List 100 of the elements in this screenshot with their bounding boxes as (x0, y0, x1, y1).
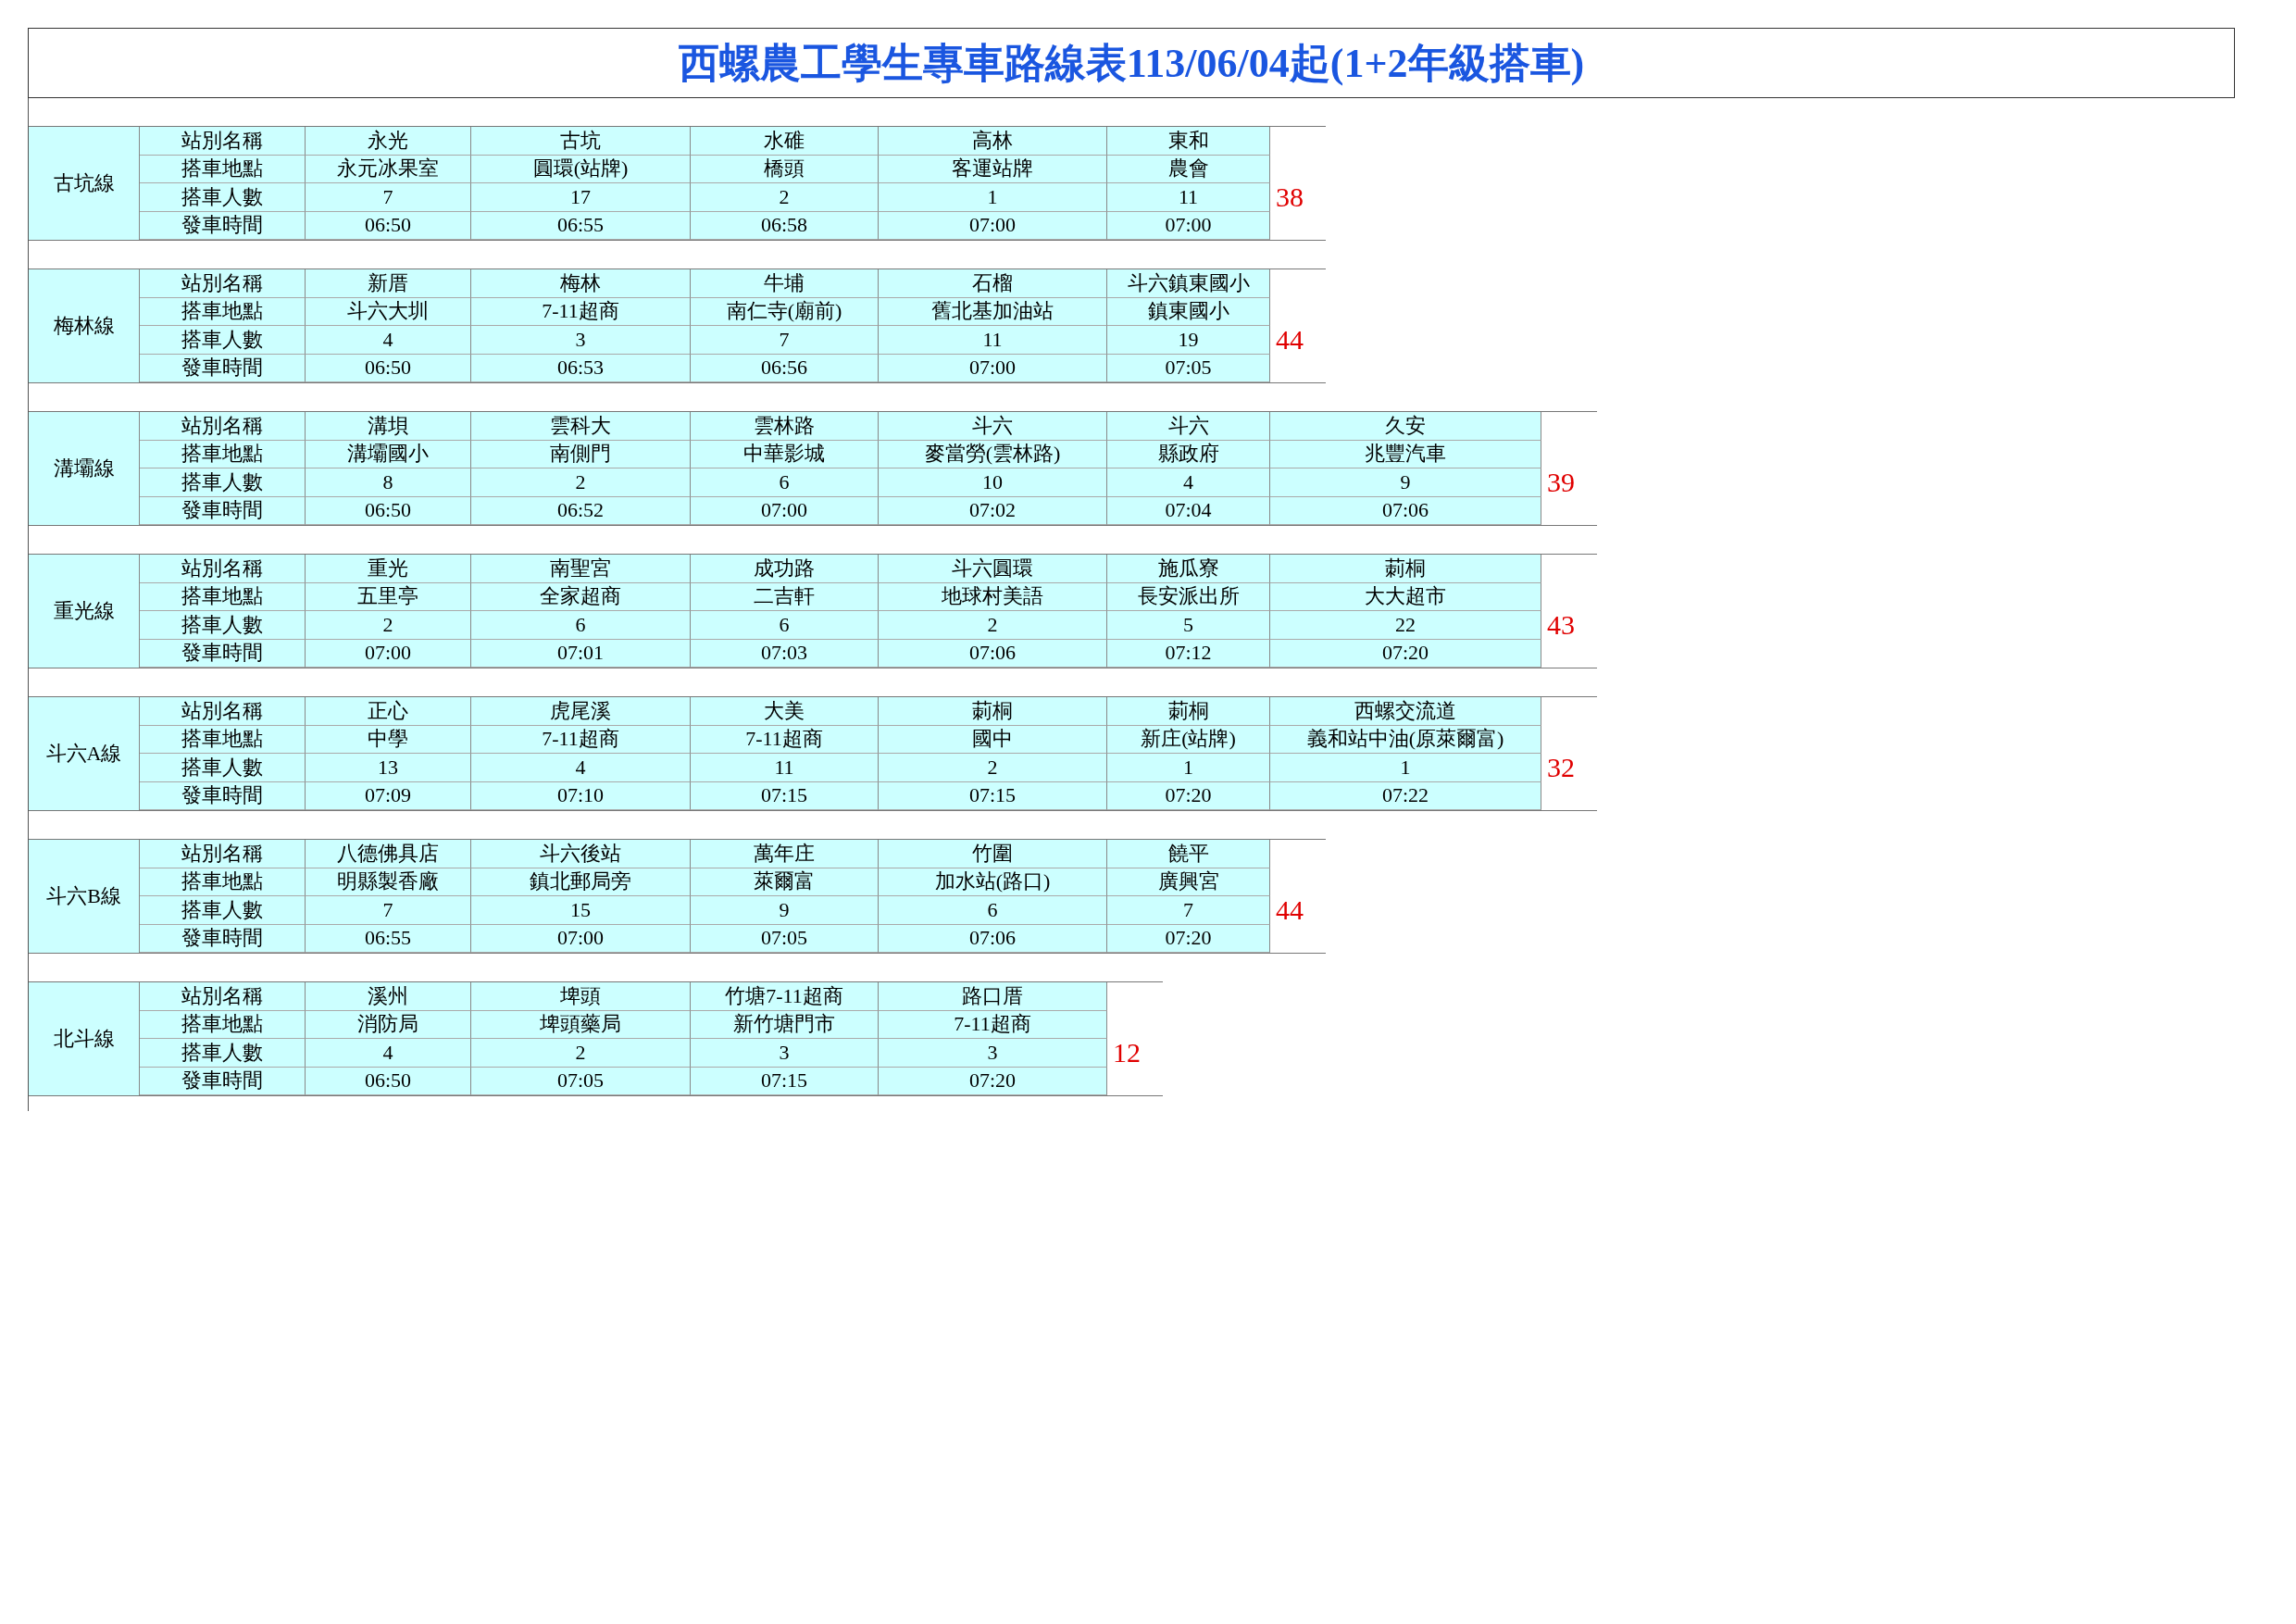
table-cell: 2 (471, 1039, 691, 1068)
row-label-cell: 搭車人數 (140, 896, 306, 925)
table-cell: 竹塘7-11超商 (691, 982, 879, 1011)
table-cell: 溝壩國小 (306, 440, 471, 468)
table-cell: 2 (471, 468, 691, 497)
table-cell: 斗六鎮東國小 (1107, 269, 1270, 298)
table-cell: 07:05 (691, 924, 879, 953)
route-name-cell: 斗六B線 (29, 840, 140, 953)
table-cell: 6 (691, 611, 879, 640)
table-cell: 埤頭藥局 (471, 1010, 691, 1039)
table-cell: 永元冰果室 (306, 155, 471, 183)
table-cell: 牛埔 (691, 269, 879, 298)
table-cell: 7 (1107, 896, 1270, 925)
table-cell: 鎮東國小 (1107, 297, 1270, 326)
table-cell: 15 (471, 896, 691, 925)
table-cell: 虎尾溪 (471, 697, 691, 726)
route-name-cell: 斗六A線 (29, 697, 140, 810)
table-cell: 長安派出所 (1107, 582, 1270, 611)
table-cell: 06:55 (471, 211, 691, 240)
table-cell: 兆豐汽車 (1270, 440, 1541, 468)
table-cell: 莿桐 (1107, 697, 1270, 726)
table-cell: 11 (1107, 183, 1270, 212)
row-label-cell: 搭車地點 (140, 725, 306, 754)
route-name-cell: 古坑線 (29, 127, 140, 240)
table-cell: 西螺交流道 (1270, 697, 1541, 726)
passenger-total: 43 (1546, 611, 1576, 640)
sheet-title: 西螺農工學生專車路線表113/06/04起(1+2年級搭車) (678, 39, 1585, 88)
table-cell: 17 (471, 183, 691, 212)
table-cell: 7 (306, 896, 471, 925)
route-name-cell: 北斗線 (29, 982, 140, 1095)
table-cell: 4 (306, 1039, 471, 1068)
table-cell: 6 (879, 896, 1107, 925)
table-cell: 八德佛具店 (306, 840, 471, 868)
row-label-cell: 搭車人數 (140, 754, 306, 782)
table-cell: 古坑 (471, 127, 691, 156)
table-cell: 10 (879, 468, 1107, 497)
table-cell: 22 (1270, 611, 1541, 640)
table-cell: 7-11超商 (471, 725, 691, 754)
row-label-cell: 搭車人數 (140, 1039, 306, 1068)
table-cell: 饒平 (1107, 840, 1270, 868)
table-cell: 07:00 (691, 496, 879, 525)
table-cell: 農會 (1107, 155, 1270, 183)
table-cell: 07:06 (1270, 496, 1541, 525)
table-cell: 舊北基加油站 (879, 297, 1107, 326)
passenger-total: 44 (1275, 896, 1304, 925)
table-cell: 07:00 (879, 354, 1107, 382)
table-cell: 07:00 (306, 639, 471, 668)
table-cell: 全家超商 (471, 582, 691, 611)
passenger-total: 12 (1112, 1039, 1142, 1068)
table-cell: 7-11超商 (879, 1010, 1107, 1039)
table-cell: 07:20 (1107, 924, 1270, 953)
table-cell: 圓環(站牌) (471, 155, 691, 183)
row-label-cell: 發車時間 (140, 781, 306, 810)
table-cell: 大美 (691, 697, 879, 726)
table-cell: 07:06 (879, 639, 1107, 668)
table-cell: 1 (1270, 754, 1541, 782)
table-cell: 南聖宮 (471, 555, 691, 583)
table-cell: 斗六圓環 (879, 555, 1107, 583)
table-cell: 2 (691, 183, 879, 212)
row-label-cell: 發車時間 (140, 496, 306, 525)
table-cell: 06:50 (306, 496, 471, 525)
table-cell: 中華影城 (691, 440, 879, 468)
table-cell: 07:04 (1107, 496, 1270, 525)
table-cell: 雲科大 (471, 412, 691, 441)
table-cell: 埤頭 (471, 982, 691, 1011)
table-cell: 19 (1107, 326, 1270, 355)
table-cell: 鎮北郵局旁 (471, 868, 691, 896)
table-cell: 07:00 (879, 211, 1107, 240)
table-cell: 06:58 (691, 211, 879, 240)
row-label-cell: 站別名稱 (140, 840, 306, 868)
table-cell: 4 (1107, 468, 1270, 497)
table-cell: 2 (306, 611, 471, 640)
passenger-total: 38 (1275, 183, 1304, 212)
row-label-cell: 搭車地點 (140, 155, 306, 183)
row-label-cell: 搭車地點 (140, 1010, 306, 1039)
table-cell: 06:53 (471, 354, 691, 382)
table-cell: 11 (879, 326, 1107, 355)
table-cell: 萬年庄 (691, 840, 879, 868)
table-cell: 4 (306, 326, 471, 355)
table-cell: 明縣製香廠 (306, 868, 471, 896)
table-cell: 新竹塘門市 (691, 1010, 879, 1039)
row-label-cell: 站別名稱 (140, 982, 306, 1011)
table-cell: 06:55 (306, 924, 471, 953)
table-cell: 4 (471, 754, 691, 782)
table-cell: 五里亭 (306, 582, 471, 611)
table-cell: 9 (691, 896, 879, 925)
table-cell: 永光 (306, 127, 471, 156)
table-cell: 縣政府 (1107, 440, 1270, 468)
table-cell: 溝垻 (306, 412, 471, 441)
table-cell: 南仁寺(廟前) (691, 297, 879, 326)
table-cell: 3 (691, 1039, 879, 1068)
table-cell: 國中 (879, 725, 1107, 754)
table-cell: 07:10 (471, 781, 691, 810)
row-label-cell: 搭車人數 (140, 326, 306, 355)
table-cell: 溪州 (306, 982, 471, 1011)
row-label-cell: 站別名稱 (140, 697, 306, 726)
table-cell: 新厝 (306, 269, 471, 298)
row-label-cell: 搭車地點 (140, 582, 306, 611)
table-cell: 07:20 (1270, 639, 1541, 668)
route-name-cell: 梅林線 (29, 269, 140, 382)
